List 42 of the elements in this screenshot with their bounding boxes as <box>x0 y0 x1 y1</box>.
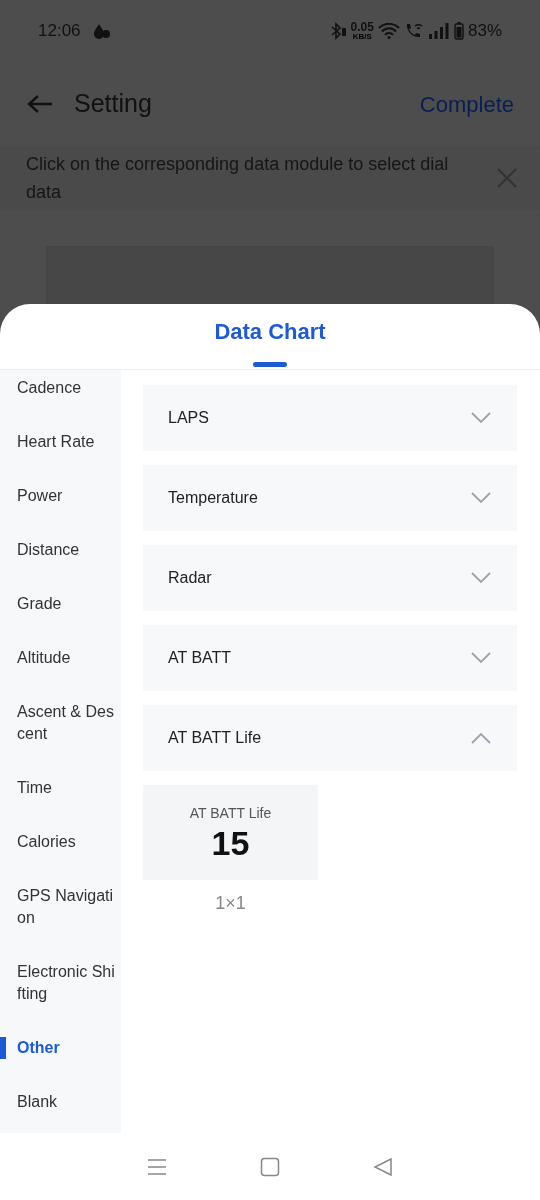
chevron-down-icon <box>471 492 491 504</box>
data-group-header[interactable]: LAPS <box>143 385 517 451</box>
sheet-tab[interactable]: Data Chart <box>214 315 326 348</box>
battery-percentage: 83% <box>467 20 502 43</box>
data-module-tile[interactable]: AT BATT Life 15 <box>143 785 318 880</box>
category-item[interactable]: Electronic Shifting <box>0 945 121 1021</box>
category-item[interactable]: Ascent & Descent <box>0 685 121 761</box>
clock-time: 12:06 <box>38 20 81 43</box>
category-item[interactable]: Cadence <box>0 370 121 415</box>
signal-icon <box>427 23 450 39</box>
back-icon[interactable] <box>373 1156 394 1177</box>
category-item[interactable]: Distance <box>0 523 121 577</box>
wifi-icon <box>377 23 400 39</box>
chevron-down-icon <box>471 652 491 664</box>
home-icon[interactable] <box>260 1156 280 1177</box>
module-size: 1×1 <box>215 892 246 915</box>
data-group-header[interactable]: Radar <box>143 545 517 611</box>
tab-indicator <box>253 362 287 367</box>
data-group-header[interactable]: AT BATT <box>143 625 517 691</box>
category-item[interactable]: Blank <box>0 1075 121 1129</box>
data-group-header[interactable]: AT BATT Life <box>143 705 517 771</box>
category-item[interactable]: Heart Rate <box>0 415 121 469</box>
category-item[interactable]: Calories <box>0 815 121 869</box>
menu-icon[interactable] <box>146 1156 167 1177</box>
category-item[interactable]: Power <box>0 469 121 523</box>
category-item[interactable]: Grade <box>0 577 121 631</box>
battery-icon <box>453 22 464 40</box>
category-item[interactable]: Other <box>0 1021 121 1075</box>
back-arrow-icon <box>27 94 53 114</box>
notification-icon <box>92 23 111 39</box>
data-group-header[interactable]: Temperature <box>143 465 517 531</box>
category-item[interactable]: Time <box>0 761 121 815</box>
chevron-down-icon <box>471 412 491 424</box>
module-name: AT BATT Life <box>189 804 272 823</box>
module-value: 15 <box>211 824 250 862</box>
page-title: Setting <box>74 88 152 120</box>
network-speed-unit: KB/S <box>352 33 372 41</box>
chevron-down-icon <box>471 572 491 584</box>
category-item[interactable]: GPS Navigation <box>0 869 121 945</box>
chevron-up-icon <box>471 732 491 744</box>
network-speed: 0.05 <box>350 21 374 33</box>
category-item[interactable]: Altitude <box>0 631 121 685</box>
